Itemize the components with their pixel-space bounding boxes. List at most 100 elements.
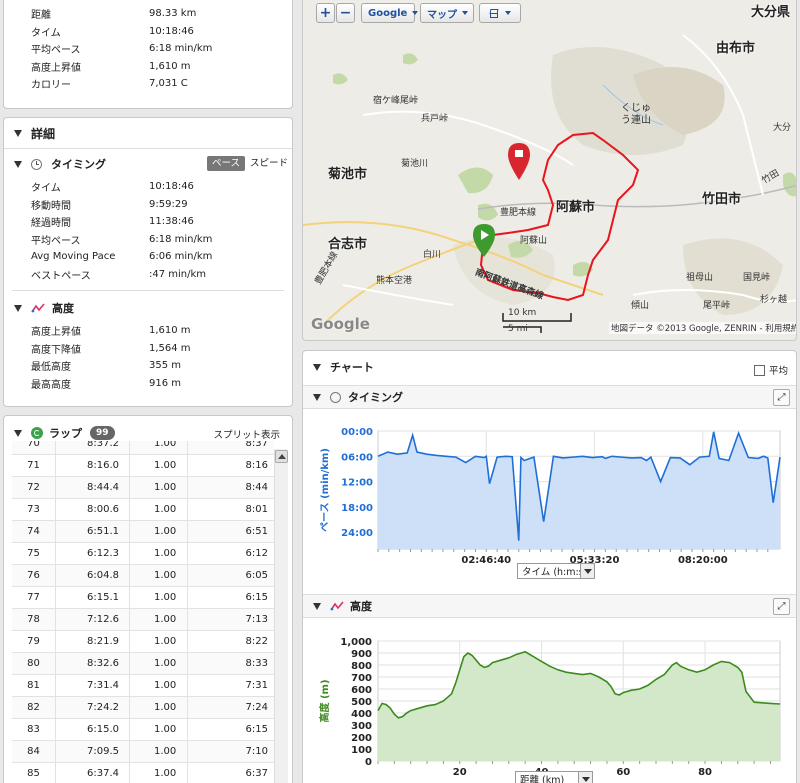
collapse-triangle-icon[interactable] (14, 130, 22, 137)
timing-chart-title: タイミング (348, 391, 403, 404)
average-label: 平均 (768, 366, 788, 377)
elevation-chart-header[interactable]: 高度 ⤢ (303, 594, 796, 618)
laps-header[interactable]: ラップ 99 (14, 425, 115, 441)
map-label-aso: 阿蘇市 (556, 200, 596, 215)
collapse-triangle-icon[interactable] (313, 602, 321, 610)
table-cell: 82 (12, 697, 56, 718)
google-logo[interactable]: Google (311, 315, 370, 333)
elevation-header[interactable]: 高度 (14, 300, 74, 316)
stat-value: 6:06 min/km (149, 251, 213, 263)
stat-label: タイム (31, 27, 61, 39)
collapse-triangle-icon[interactable] (14, 429, 22, 437)
table-row[interactable]: 71 8:16.0 1.00 8:16 (12, 455, 274, 477)
laps-scrollbar[interactable] (274, 449, 288, 783)
zoom-in-button[interactable]: + (316, 3, 335, 23)
table-cell: 6:37 (245, 768, 268, 779)
zoom-out-button[interactable]: − (336, 3, 355, 23)
pace-toggle[interactable]: ペース (207, 156, 246, 171)
table-cell: 74 (12, 521, 56, 542)
stat-label: 平均ペース (31, 235, 81, 247)
table-cell: 8:22 (245, 636, 268, 647)
map-attribution[interactable]: 地図データ ©2013 Google, ZENRIN - 利用規約 (609, 322, 796, 334)
map-label-asosan: 阿蘇山 (520, 236, 548, 246)
stat-value: 7,031 C (149, 78, 188, 90)
stat-value: 11:38:46 (149, 216, 194, 228)
table-row[interactable]: 84 7:09.5 1.00 7:10 (12, 741, 274, 763)
expand-icon[interactable]: ⤢ (773, 389, 790, 406)
table-row[interactable]: 85 6:37.4 1.00 6:37 (12, 763, 274, 783)
table-cell: 8:21.9 (56, 631, 130, 652)
table-cell: 6:15.0 (56, 719, 130, 740)
details-header[interactable]: 詳細 (14, 125, 55, 142)
stat-row: 平均ペース 6:18 min/km (31, 231, 212, 249)
collapse-triangle-icon[interactable] (313, 393, 321, 401)
table-cell: 7:13 (245, 614, 268, 625)
split-view-link[interactable]: スプリット表示 (213, 427, 280, 441)
y-tick-label: 1,000 (340, 637, 372, 648)
y-tick-label: 600 (351, 685, 372, 696)
table-row[interactable]: 76 6:04.8 1.00 6:05 (12, 565, 274, 587)
stat-row: タイム 10:18:46 (31, 178, 212, 196)
table-cell: 6:12.3 (56, 543, 130, 564)
table-row[interactable]: 80 8:32.6 1.00 8:33 (12, 653, 274, 675)
stat-value: :47 min/km (149, 268, 207, 280)
map-label-koshi: 合志市 (328, 237, 368, 252)
table-row[interactable]: 82 7:24.2 1.00 7:24 (12, 697, 274, 719)
collapse-triangle-icon[interactable] (14, 160, 22, 168)
layers-button[interactable] (479, 3, 521, 23)
expand-icon[interactable]: ⤢ (773, 598, 790, 615)
elevation-title: 高度 (52, 302, 74, 315)
chart-header[interactable]: チャート (313, 359, 374, 375)
table-cell: 77 (12, 587, 56, 608)
speed-toggle[interactable]: スピード (250, 156, 288, 171)
x-tick-label: 20 (453, 767, 467, 778)
scroll-up-button[interactable] (275, 450, 288, 463)
y-tick-label: 00:00 (341, 427, 373, 438)
collapse-triangle-icon[interactable] (14, 304, 22, 312)
map-label-shirakawa: 白川 (423, 250, 442, 260)
table-row[interactable]: 79 8:21.9 1.00 8:22 (12, 631, 274, 653)
elevation-x-axis-select[interactable]: 距離 (km) (515, 771, 593, 783)
elevation-chart[interactable]: 01002003004005006007008009001,0002040608… (303, 621, 797, 783)
table-cell: 83 (12, 719, 56, 740)
dropdown-caret-icon (505, 11, 511, 15)
elevation-icon (31, 302, 45, 314)
average-checkbox[interactable] (753, 364, 765, 376)
x-tick-label: 08:20:00 (678, 555, 728, 566)
timing-chart-header[interactable]: タイミング ⤢ (303, 385, 796, 409)
end-marker-icon[interactable] (508, 143, 530, 180)
y-tick-label: 900 (351, 649, 372, 660)
table-cell: 1.00 (130, 719, 188, 740)
table-cell: 72 (12, 477, 56, 498)
table-cell: 1.00 (130, 675, 188, 696)
collapse-triangle-icon[interactable] (313, 363, 321, 371)
stat-label: 移動時間 (31, 200, 71, 212)
map-provider-select[interactable]: Google (361, 3, 419, 23)
table-cell: 6:51.1 (56, 521, 130, 542)
table-row[interactable]: 77 6:15.1 1.00 6:15 (12, 587, 274, 609)
table-row[interactable]: 81 7:31.4 1.00 7:31 (12, 675, 274, 697)
dropdown-caret-icon (412, 11, 419, 15)
average-toggle[interactable]: 平均 (753, 363, 788, 377)
map-panel[interactable]: + − Google マップ 大分県 由布市 菊池市 阿蘇市 竹田市 合志市 く… (302, 0, 797, 341)
table-cell: 78 (12, 609, 56, 630)
timing-header[interactable]: タイミング (14, 156, 106, 172)
table-cell: 73 (12, 499, 56, 520)
map-label-kikuchi: 菊池市 (328, 167, 368, 182)
map-type-select[interactable]: マップ (420, 3, 474, 23)
chart-title: チャート (330, 361, 374, 374)
table-cell: 1.00 (130, 697, 188, 718)
table-row[interactable]: 72 8:44.4 1.00 8:44 (12, 477, 274, 499)
table-row[interactable]: 70 8:37.2 1.00 8:37 (12, 441, 274, 455)
table-row[interactable]: 73 8:00.6 1.00 8:01 (12, 499, 274, 521)
y-tick-label: 200 (351, 733, 372, 744)
timing-x-axis-select[interactable]: タイム (h:m:s) (517, 563, 595, 579)
map-label-hohi: 豊肥本線 (500, 208, 537, 218)
table-row[interactable]: 78 7:12.6 1.00 7:13 (12, 609, 274, 631)
table-cell: 6:15.1 (56, 587, 130, 608)
table-row[interactable]: 83 6:15.0 1.00 6:15 (12, 719, 274, 741)
table-row[interactable]: 74 6:51.1 1.00 6:51 (12, 521, 274, 543)
refresh-icon (31, 427, 43, 439)
table-row[interactable]: 75 6:12.3 1.00 6:12 (12, 543, 274, 565)
stat-label: 距離 (31, 10, 51, 22)
